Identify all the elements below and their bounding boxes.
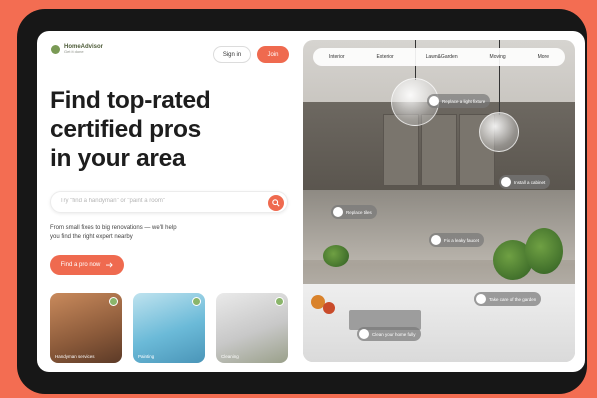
service-card-handyman[interactable]: Handyman services (50, 293, 122, 363)
hotspot-label: Take care of the garden (489, 296, 537, 302)
subtext-line-2: you find the right expert nearby (50, 234, 133, 240)
hotspot-label: Replace tiles (346, 209, 372, 215)
plant (323, 245, 349, 267)
hotspot-cabinet[interactable]: Install a cabinet (499, 175, 551, 189)
check-icon (275, 297, 284, 306)
arrow-right-icon (106, 262, 114, 268)
nav-item-moving[interactable]: Moving (490, 54, 506, 60)
brand-logo[interactable]: HomeAdvisor Get it done (51, 44, 103, 54)
find-pro-button[interactable]: Find a pro now (50, 255, 124, 275)
pendant-lamp (479, 112, 519, 152)
nav-item-exterior[interactable]: Exterior (376, 54, 393, 60)
hotspot-garden[interactable]: Take care of the garden (474, 292, 542, 306)
page-title: Find top-rated certified pros in your ar… (50, 86, 270, 173)
hotspot-dot (429, 96, 439, 106)
logo-icon (51, 44, 60, 54)
nav-item-lawn-garden[interactable]: Lawn&Garden (426, 54, 458, 60)
sign-in-button[interactable]: Sign in (213, 46, 251, 63)
category-nav: Interior Exterior Lawn&Garden Moving Mor… (313, 48, 565, 66)
hotspot-dot (501, 177, 511, 187)
subtext-line-1: From small fixes to big renovations — we… (50, 225, 177, 231)
hotspot-label: Install a cabinet (514, 179, 546, 185)
cta-label: Find a pro now (60, 262, 101, 268)
headline-line-1: Find top-rated (50, 87, 211, 114)
search-button[interactable] (268, 195, 284, 211)
nav-item-more[interactable]: More (538, 54, 549, 60)
hotspot-label: Replace a light fixture (442, 98, 486, 104)
hotspot-dot (431, 235, 441, 245)
search-input[interactable] (60, 198, 250, 204)
hotspot-faucet[interactable]: Fix a leaky faucet (429, 233, 485, 247)
app-screen: HomeAdvisor Get it done Sign in Join Fin… (37, 31, 585, 372)
brand-tagline: Get it done (64, 49, 84, 54)
cabinet-door (421, 114, 457, 186)
card-label: Handyman services (55, 354, 95, 359)
join-button[interactable]: Join (257, 46, 289, 63)
fruit (323, 302, 335, 314)
nav-item-interior[interactable]: Interior (329, 54, 345, 60)
headline-line-2: certified pros (50, 116, 202, 143)
hotspot-dot (359, 329, 369, 339)
hotspot-dot (333, 207, 343, 217)
hotspot-tiles[interactable]: Replace tiles (331, 205, 377, 219)
check-icon (192, 297, 201, 306)
hero-subtext: From small fixes to big renovations — we… (50, 224, 240, 242)
card-label: Cleaning (221, 354, 239, 359)
hotspot-light-fixture[interactable]: Replace a light fixture (427, 94, 491, 108)
kitchen-photo: Interior Exterior Lawn&Garden Moving Mor… (303, 40, 575, 362)
check-icon (109, 297, 118, 306)
card-label: Painting (138, 354, 155, 359)
service-card-painting[interactable]: Painting (133, 293, 205, 363)
headline-line-3: in your area (50, 145, 186, 172)
service-card-cleaning[interactable]: Cleaning (216, 293, 288, 363)
search-bar (50, 191, 288, 213)
hotspot-cleaning[interactable]: Clean your home fully (357, 327, 421, 341)
search-icon (272, 199, 280, 207)
hotspot-label: Fix a leaky faucet (444, 237, 480, 243)
plant (525, 228, 563, 274)
hotspot-dot (476, 294, 486, 304)
hotspot-label: Clean your home fully (372, 331, 416, 337)
